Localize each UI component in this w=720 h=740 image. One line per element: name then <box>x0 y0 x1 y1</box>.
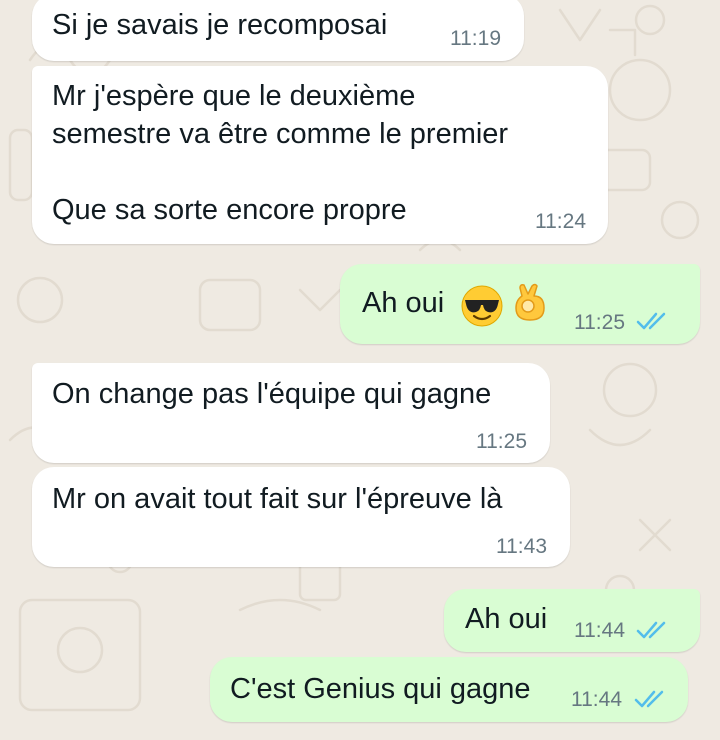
incoming-message-bubble[interactable]: Si je savais je recomposai 11:19 <box>32 0 524 61</box>
incoming-message-bubble[interactable]: Mr j'espère que le deuxième semestre va … <box>32 66 608 244</box>
smiling-face-with-sunglasses-emoji <box>461 285 503 327</box>
message-text: C'est Genius qui gagne <box>230 673 531 705</box>
message-timestamp: 11:25 <box>574 311 625 334</box>
message-timestamp: 11:24 <box>535 210 586 233</box>
message-timestamp: 11:44 <box>571 688 622 711</box>
message-text: Si je savais je recomposai <box>52 9 388 41</box>
message-timestamp: 11:43 <box>496 535 547 558</box>
incoming-message-bubble[interactable]: On change pas l'équipe qui gagne 11:25 <box>32 363 550 463</box>
double-check-read-icon <box>636 312 666 330</box>
message-text: Mr on avait tout fait sur l'épreuve là <box>52 483 503 515</box>
double-check-read-icon <box>636 621 666 639</box>
ok-hand-emoji <box>515 283 545 321</box>
chat-thread[interactable]: Si je savais je recomposai 11:19 Mr j'es… <box>0 0 720 740</box>
message-text: On change pas l'équipe qui gagne <box>52 378 492 410</box>
outgoing-message-bubble[interactable]: Ah oui 11:44 <box>444 589 700 652</box>
double-check-read-icon <box>634 690 664 708</box>
message-timestamp: 11:19 <box>450 27 501 50</box>
message-text: Ah oui <box>465 603 548 635</box>
message-timestamp: 11:25 <box>476 430 527 453</box>
incoming-message-bubble[interactable]: Mr on avait tout fait sur l'épreuve là 1… <box>32 467 570 567</box>
message-text: Ah oui <box>362 287 445 319</box>
outgoing-message-bubble[interactable]: Ah oui 11:25 <box>340 264 700 344</box>
message-timestamp: 11:44 <box>574 619 625 642</box>
message-text: Mr j'espère que le deuxième semestre va … <box>52 80 509 226</box>
outgoing-message-bubble[interactable]: C'est Genius qui gagne 11:44 <box>210 657 688 722</box>
